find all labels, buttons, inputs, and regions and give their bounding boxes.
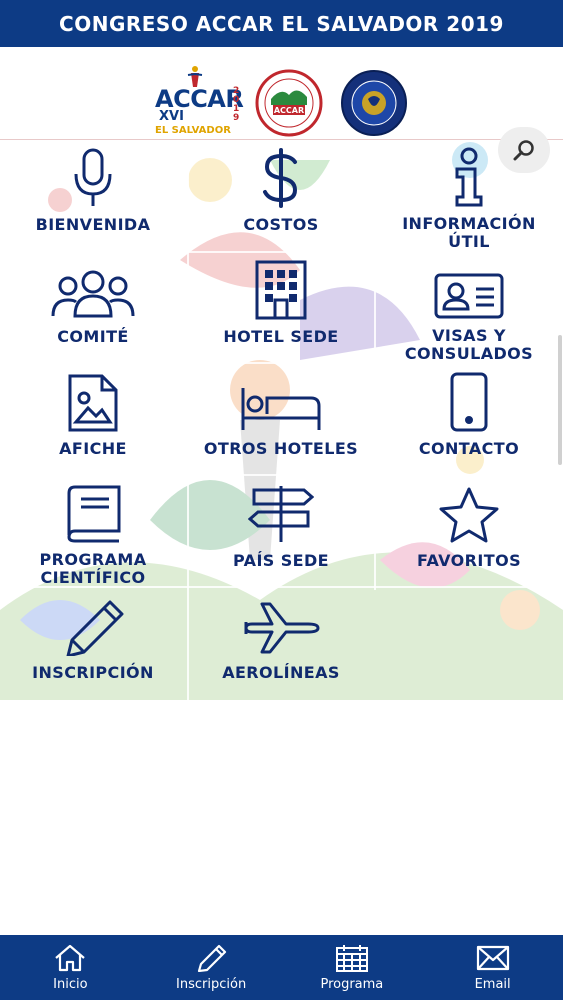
pencil-icon — [66, 600, 124, 656]
menu-grid: BIENVENIDA COSTOS INFORMACIÓN ÚTIL COMIT… — [0, 140, 563, 700]
envelope-icon — [476, 945, 509, 971]
menu-item-inscripcion[interactable]: INSCRIPCIÓN — [0, 588, 186, 699]
pencil-icon — [198, 944, 227, 972]
accar-logo-edition: XVI — [159, 109, 184, 124]
menu-item-label: PAÍS SEDE — [233, 551, 329, 570]
app-title: CONGRESO ACCAR EL SALVADOR 2019 — [59, 11, 504, 36]
bed-icon — [241, 388, 321, 430]
menu-item-label: OTROS HOTELES — [203, 439, 359, 458]
menu-item-label: AEROLÍNEAS — [222, 663, 340, 682]
signpost-icon — [248, 486, 314, 542]
app-header: CONGRESO ACCAR EL SALVADOR 2019 — [0, 0, 563, 47]
nav-label: Email — [474, 977, 511, 992]
nav-label: Inicio — [53, 977, 88, 992]
nav-label: Programa — [320, 977, 384, 992]
star-icon — [439, 487, 499, 543]
microphone-icon — [74, 148, 112, 206]
nav-programa[interactable]: Programa — [282, 935, 423, 1000]
nav-email[interactable]: Email — [422, 935, 563, 1000]
menu-item-pais-sede[interactable]: PAÍS SEDE — [188, 476, 374, 587]
airplane-icon — [244, 602, 320, 654]
menu-item-visas-consulados[interactable]: VISAS Y CONSULADOS — [376, 252, 562, 363]
calendar-icon — [335, 945, 368, 972]
menu-item-label: HOTEL SEDE — [223, 327, 339, 346]
bottom-navigation: Inicio Inscripción Programa Email — [0, 935, 563, 1000]
id-card-icon — [434, 273, 504, 319]
menu-item-label: FAVORITOS — [416, 551, 521, 570]
accar-logo: ACCAR XVI EL SALVADOR 2019 — [155, 65, 244, 136]
accar-logo-place: EL SALVADOR — [155, 125, 231, 136]
image-file-icon — [68, 374, 118, 432]
menu-item-contacto[interactable]: CONTACTO — [376, 364, 562, 475]
nav-inicio[interactable]: Inicio — [0, 935, 141, 1000]
seal-text: ACCAR — [274, 106, 304, 115]
menu-item-bienvenida[interactable]: BIENVENIDA — [0, 140, 186, 251]
accar-logo-year: 2019 — [233, 86, 240, 123]
menu-item-aerolineas[interactable]: AEROLÍNEAS — [188, 588, 374, 699]
menu-item-label: BIENVENIDA — [35, 215, 151, 234]
group-icon — [51, 270, 135, 318]
association-seal-logo — [340, 69, 408, 137]
nav-inscripcion[interactable]: Inscripción — [141, 935, 282, 1000]
accar-seal-logo: ACCAR — [255, 69, 323, 137]
menu-item-programa-cientifico[interactable]: PROGRAMA CIENTÍFICO — [0, 476, 186, 587]
building-icon — [255, 260, 307, 320]
scroll-indicator — [558, 335, 562, 465]
menu-item-hotel-sede[interactable]: HOTEL SEDE — [188, 252, 374, 363]
menu-item-otros-hoteles[interactable]: OTROS HOTELES — [188, 364, 374, 475]
menu-item-label: AFICHE — [59, 439, 127, 458]
nav-label: Inscripción — [176, 977, 247, 992]
menu-item-favoritos[interactable]: FAVORITOS — [376, 476, 562, 587]
menu-item-comite[interactable]: COMITÉ — [0, 252, 186, 363]
menu-item-informacion-util[interactable]: INFORMACIÓN ÚTIL — [376, 140, 562, 251]
dollar-icon — [263, 148, 298, 208]
menu-item-label: INFORMACIÓN ÚTIL — [402, 214, 536, 251]
menu-item-label: PROGRAMA CIENTÍFICO — [39, 550, 147, 587]
menu-item-label: CONTACTO — [418, 439, 520, 458]
menu-item-label: COSTOS — [243, 215, 319, 234]
mobile-phone-icon — [450, 372, 488, 432]
logo-bar: ACCAR XVI EL SALVADOR 2019 ACCAR — [0, 47, 563, 173]
home-icon — [55, 944, 86, 972]
menu-item-afiche[interactable]: AFICHE — [0, 364, 186, 475]
menu-item-costos[interactable]: COSTOS — [188, 140, 374, 251]
info-icon — [455, 147, 483, 207]
book-icon — [67, 485, 121, 543]
menu-item-label: VISAS Y CONSULADOS — [404, 326, 534, 363]
menu-item-label: COMITÉ — [57, 327, 129, 346]
menu-item-label: INSCRIPCIÓN — [32, 663, 154, 682]
